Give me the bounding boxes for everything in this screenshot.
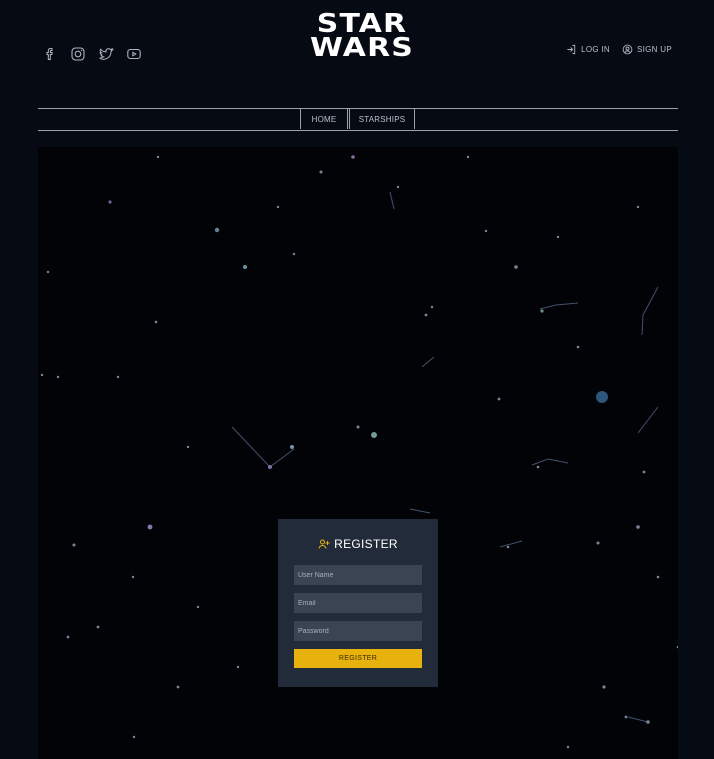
login-link[interactable]: LOG IN: [566, 44, 610, 55]
user-plus-icon: [318, 539, 330, 549]
twitter-icon[interactable]: [98, 46, 114, 62]
user-circle-icon: [622, 44, 633, 55]
register-button[interactable]: REGISTER: [294, 649, 422, 668]
register-card: REGISTER REGISTER: [278, 519, 438, 687]
social-links: [42, 46, 142, 62]
login-icon: [567, 44, 576, 55]
signup-label: SIGN UP: [637, 45, 672, 54]
username-input[interactable]: [294, 565, 422, 585]
nav-item-starships[interactable]: STARSHIPS: [349, 109, 415, 129]
facebook-icon[interactable]: [42, 46, 58, 62]
nav-item-home[interactable]: HOME: [300, 109, 348, 129]
signup-link[interactable]: SIGN UP: [622, 44, 672, 55]
main-nav: HOME STARSHIPS: [300, 109, 415, 129]
instagram-icon[interactable]: [70, 46, 86, 62]
nav-bottom-divider: [38, 130, 678, 131]
email-input[interactable]: [294, 593, 422, 613]
logo-bottom-text: WARS: [310, 33, 414, 63]
auth-links: LOG IN SIGN UP: [566, 44, 672, 55]
register-title-text: REGISTER: [334, 537, 398, 551]
youtube-icon[interactable]: [126, 46, 142, 62]
star-wars-logo[interactable]: STAR WARS: [306, 11, 418, 66]
page: STAR WARS LOG IN SIGN UP HOME STARSHIPS: [0, 0, 714, 759]
password-input[interactable]: [294, 621, 422, 641]
register-title: REGISTER: [278, 537, 438, 551]
login-label: LOG IN: [581, 45, 610, 54]
